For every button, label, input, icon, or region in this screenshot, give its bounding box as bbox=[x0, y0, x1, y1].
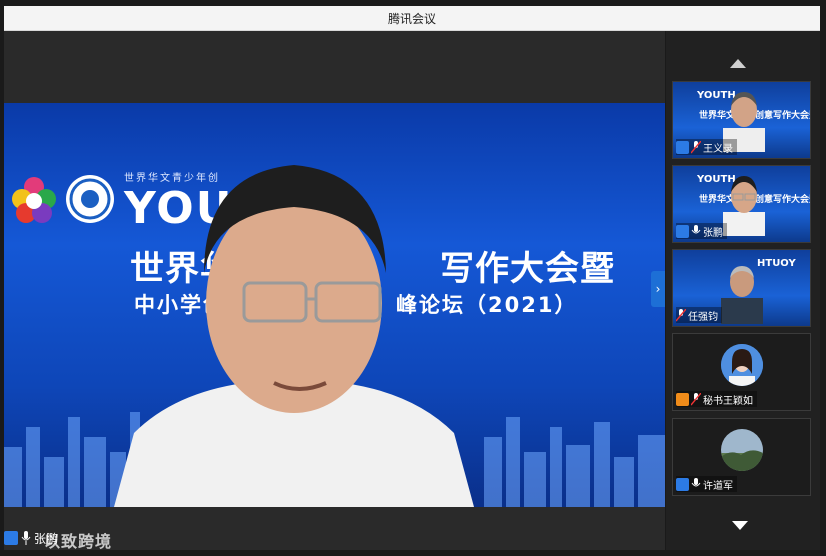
participant-label: 秘书王颖如 bbox=[676, 391, 757, 407]
participant-label: 许道军 bbox=[676, 476, 737, 492]
shared-video-stage: 世界华文青少年创 YOUTH 世界华文 写作大会暨 中小学创 峰论坛（2021） bbox=[4, 103, 665, 507]
participant-avatar bbox=[721, 344, 763, 386]
participant-video bbox=[723, 176, 765, 236]
participant-name: 秘书王颖如 bbox=[703, 395, 753, 407]
main-video-area[interactable]: 世界华文青少年创 YOUTH 世界华文写作大会暨 中小学创峰论坛（2021） bbox=[4, 31, 665, 550]
participant-tile[interactable]: YOUTH 世界华文 创意写作大会暨 王义录 bbox=[672, 81, 811, 159]
mic-muted-icon bbox=[691, 392, 701, 405]
microphone-icon bbox=[691, 224, 701, 233]
speaker-video-person bbox=[114, 165, 474, 507]
participant-badge-icon bbox=[676, 224, 689, 238]
participant-badge-icon bbox=[676, 392, 689, 406]
mic-muted-icon bbox=[676, 308, 686, 321]
flower-logo-icon bbox=[12, 177, 56, 223]
participant-tile[interactable]: 秘书王颖如 bbox=[672, 333, 811, 411]
participant-label: 张鹏 bbox=[676, 223, 727, 239]
window-title: 腾讯会议 bbox=[387, 12, 436, 26]
participant-name: 任强钧 bbox=[688, 311, 718, 323]
microphone-icon bbox=[691, 477, 701, 486]
window-titlebar: 腾讯会议 bbox=[4, 6, 820, 31]
host-badge-icon bbox=[4, 531, 18, 545]
scroll-down-arrow-icon[interactable] bbox=[732, 521, 748, 530]
watermark-text: 以致跨境 bbox=[44, 532, 113, 551]
participant-avatar bbox=[721, 429, 763, 471]
participant-name: 王义录 bbox=[703, 143, 733, 155]
scroll-up-arrow-icon[interactable] bbox=[730, 59, 746, 68]
mic-muted-icon bbox=[691, 140, 701, 153]
participant-badge-icon bbox=[676, 140, 689, 154]
participant-label: 王义录 bbox=[676, 139, 737, 155]
participant-tile[interactable]: HTUOY 任强钧 bbox=[672, 249, 811, 327]
participant-label: 任强钧 bbox=[676, 307, 722, 323]
participant-badge-icon bbox=[676, 477, 689, 491]
collapse-sidebar-arrow[interactable]: › bbox=[651, 271, 665, 307]
participant-name: 许道军 bbox=[703, 480, 733, 492]
microphone-icon bbox=[21, 531, 31, 545]
participant-name: 张鹏 bbox=[703, 227, 723, 239]
participant-tile[interactable]: 许道军 bbox=[672, 418, 811, 496]
participant-tile[interactable]: YOUTH 世界华文 创意写作大会暨 张鹏 bbox=[672, 165, 811, 243]
participants-sidebar: YOUTH 世界华文 创意写作大会暨 王义录 YOUTH 世界华文 创意写作大会… bbox=[666, 31, 820, 550]
participant-video bbox=[721, 266, 763, 324]
